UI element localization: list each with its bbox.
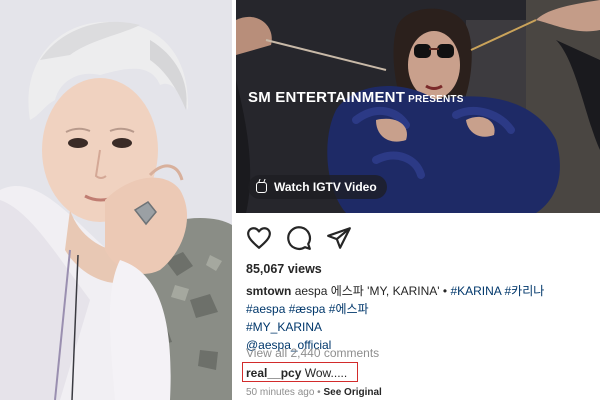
portrait-photo — [0, 0, 232, 400]
igtv-icon — [256, 181, 267, 193]
post-caption: smtown aespa 에스파 'MY, KARINA' • #KARINA … — [246, 282, 586, 354]
view-all-comments-link[interactable]: View all 2,440 comments — [246, 346, 379, 360]
video-brand-text: SM ENTERTAINMENT PRESENTS — [248, 89, 464, 106]
see-original-link[interactable]: See Original — [323, 387, 381, 398]
caption-text: aespa 에스파 'MY, KARINA' • — [294, 284, 448, 298]
watch-igtv-button[interactable]: Watch IGTV Video — [248, 175, 387, 199]
instagram-post: SM ENTERTAINMENT PRESENTS Watch IGTV Vide… — [236, 0, 600, 400]
hashtag-aespa-ae[interactable]: #æspa — [289, 302, 326, 316]
comment-icon[interactable] — [286, 225, 312, 251]
video-thumbnail[interactable]: SM ENTERTAINMENT PRESENTS Watch IGTV Vide… — [236, 0, 600, 213]
brand-suffix: PRESENTS — [408, 94, 464, 105]
heart-icon[interactable] — [246, 225, 272, 251]
meta-separator: • — [317, 387, 321, 398]
post-meta: 50 minutes ago • See Original — [246, 387, 382, 398]
comment-item: real__pcy Wow..... — [246, 366, 347, 380]
post-time: 50 minutes ago — [246, 387, 315, 398]
hashtag-aespa[interactable]: #aespa — [246, 302, 285, 316]
caption-username[interactable]: smtown — [246, 284, 291, 298]
hashtag-karina[interactable]: #KARINA — [450, 284, 501, 298]
hashtag-karina-kr[interactable]: #카리나 — [504, 284, 544, 298]
comment-username[interactable]: real__pcy — [246, 366, 301, 380]
brand-name: SM ENTERTAINMENT — [248, 89, 406, 106]
watch-igtv-label: Watch IGTV Video — [274, 180, 377, 194]
portrait-illustration — [0, 0, 232, 400]
post-actions — [246, 225, 352, 251]
share-icon[interactable] — [326, 225, 352, 251]
hashtag-my-karina[interactable]: #MY_KARINA — [246, 320, 322, 334]
view-count: 85,067 views — [246, 262, 322, 276]
hashtag-aespa-kr[interactable]: #에스파 — [329, 302, 369, 316]
comment-text: Wow..... — [304, 366, 348, 380]
